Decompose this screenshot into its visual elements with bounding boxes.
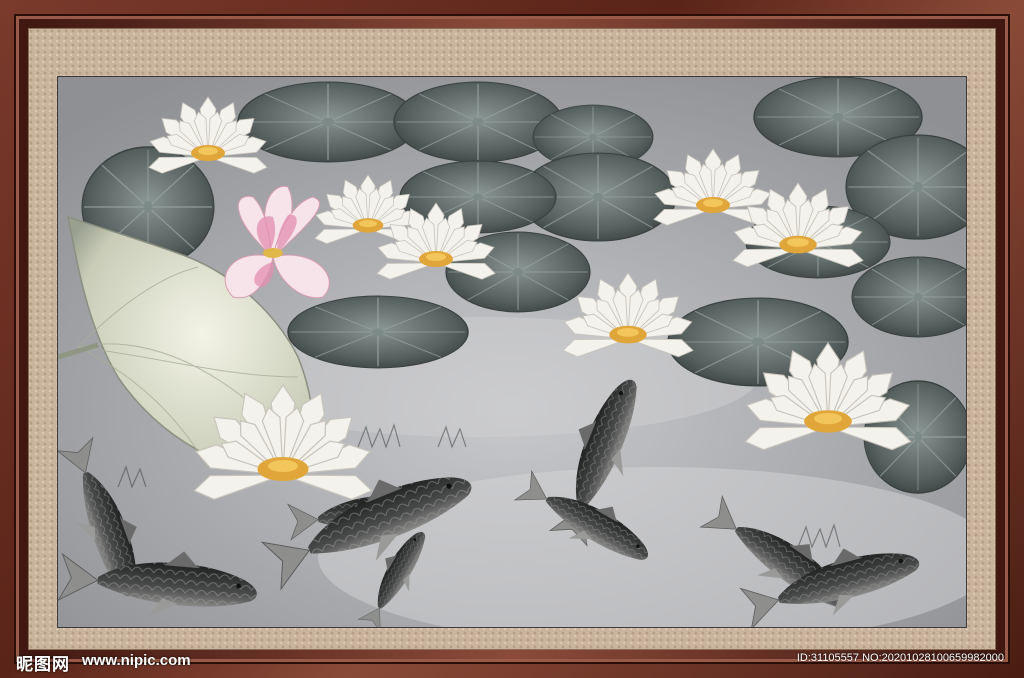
image-id-label: ID:31105557 NO:20201028100659982000 <box>796 652 1004 664</box>
lotus-koi-painting <box>58 77 966 627</box>
nipic-logo: 昵图网 <box>16 655 70 675</box>
nipic-url: www.nipic.com <box>82 652 191 669</box>
